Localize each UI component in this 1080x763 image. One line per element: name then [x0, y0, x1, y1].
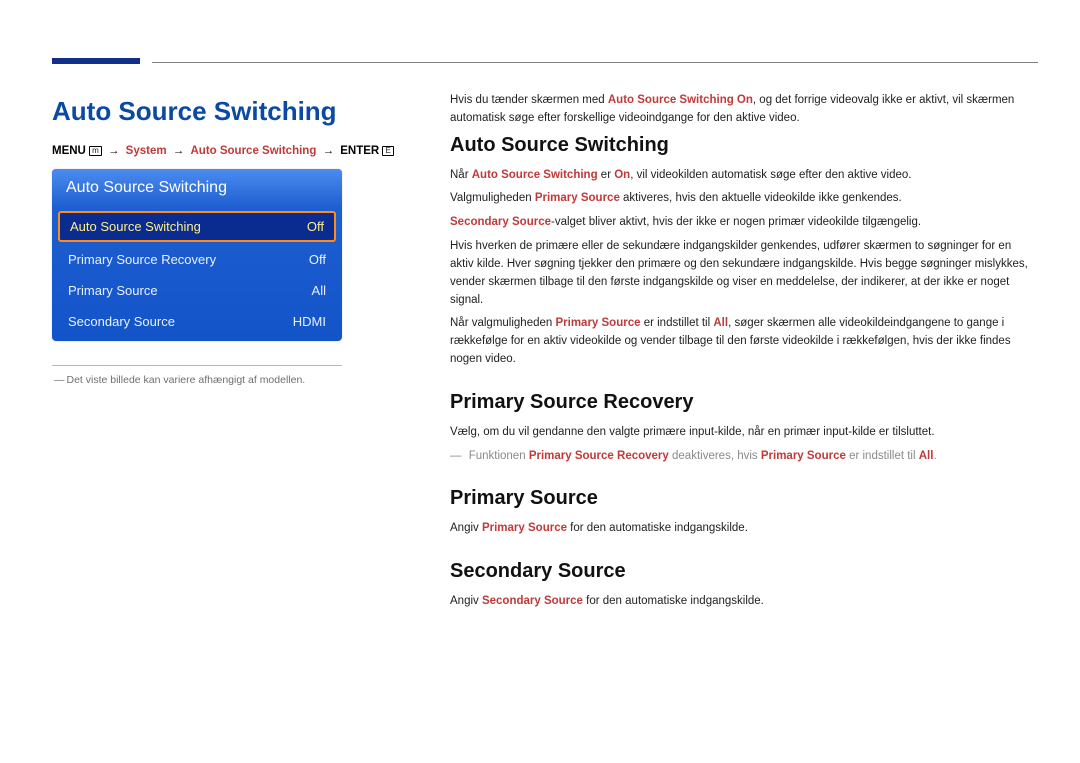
osd-row-value: All: [312, 283, 326, 298]
manual-page: Auto Source Switching MENU m → System → …: [0, 0, 1080, 617]
osd-row-label: Primary Source Recovery: [68, 252, 216, 267]
osd-row-value: Off: [309, 252, 326, 267]
breadcrumb: MENU m → System → Auto Source Switching …: [52, 145, 402, 157]
menu-label: MENU: [52, 145, 86, 157]
section-heading-auto-source-switching: Auto Source Switching: [450, 134, 1028, 157]
section-heading-primary-source-recovery: Primary Source Recovery: [450, 391, 1028, 414]
body-text: Angiv Primary Source for den automatiske…: [450, 520, 1028, 538]
osd-row-value: Off: [307, 219, 324, 234]
osd-row-secondary-source[interactable]: Secondary Source HDMI: [52, 306, 342, 341]
osd-row-label: Primary Source: [68, 283, 158, 298]
left-column: Auto Source Switching MENU m → System → …: [52, 96, 402, 617]
image-disclaimer-footnote: Det viste billede kan variere afhængigt …: [54, 374, 402, 386]
osd-row-primary-source[interactable]: Primary Source All: [52, 275, 342, 306]
body-text: Hvis hverken de primære eller de sekundæ…: [450, 238, 1028, 309]
enter-label: ENTER: [340, 145, 379, 157]
note-text: Funktionen Primary Source Recovery deakt…: [450, 448, 1028, 466]
osd-row-value: HDMI: [293, 314, 326, 329]
page-title: Auto Source Switching: [52, 96, 402, 127]
menu-icon: m: [89, 146, 102, 156]
body-text: Valgmuligheden Primary Source aktiveres,…: [450, 190, 1028, 208]
body-text: Secondary Source-valget bliver aktivt, h…: [450, 214, 1028, 232]
body-text: Vælg, om du vil gendanne den valgte prim…: [450, 424, 1028, 442]
osd-header: Auto Source Switching: [52, 169, 342, 207]
top-rule: [52, 50, 1028, 70]
section-heading-primary-source: Primary Source: [450, 487, 1028, 510]
breadcrumb-system: System: [126, 145, 167, 157]
body-text: Når valgmuligheden Primary Source er ind…: [450, 315, 1028, 368]
section-heading-secondary-source: Secondary Source: [450, 560, 1028, 583]
osd-row-auto-source-switching[interactable]: Auto Source Switching Off: [58, 211, 336, 242]
osd-row-label: Secondary Source: [68, 314, 175, 329]
osd-row-label: Auto Source Switching: [70, 219, 201, 234]
enter-icon: E: [382, 146, 393, 156]
right-column: Hvis du tænder skærmen med Auto Source S…: [450, 96, 1028, 617]
osd-row-primary-source-recovery[interactable]: Primary Source Recovery Off: [52, 244, 342, 275]
intro-paragraph: Hvis du tænder skærmen med Auto Source S…: [450, 92, 1028, 128]
body-text: Angiv Secondary Source for den automatis…: [450, 593, 1028, 611]
osd-panel: Auto Source Switching Auto Source Switch…: [52, 169, 342, 341]
breadcrumb-item: Auto Source Switching: [190, 145, 316, 157]
body-text: Når Auto Source Switching er On, vil vid…: [450, 167, 1028, 185]
divider: [52, 365, 342, 366]
